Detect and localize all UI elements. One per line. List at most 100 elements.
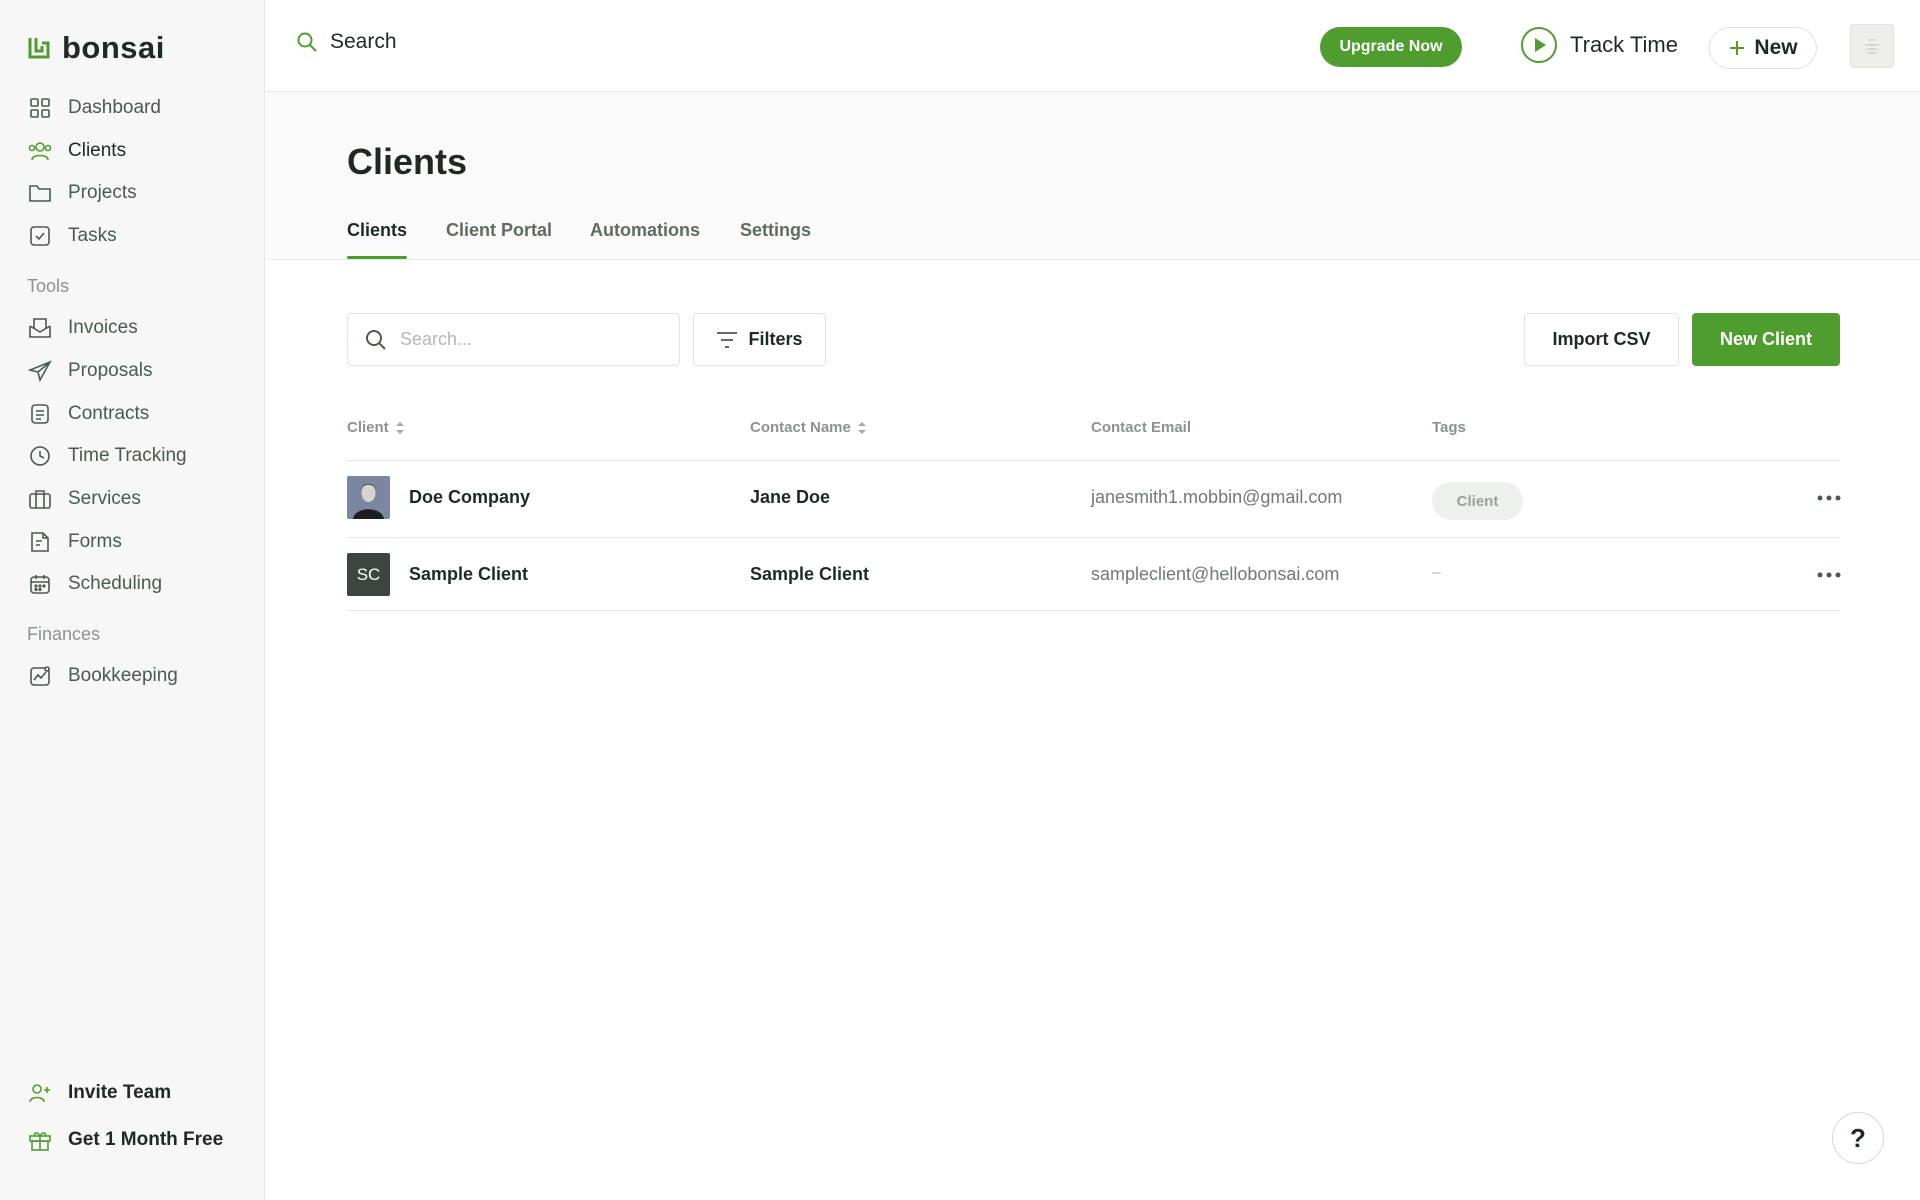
user-avatar[interactable] <box>1850 24 1894 68</box>
sidebar-item-forms[interactable]: Forms <box>26 526 122 558</box>
clock-icon <box>26 442 54 470</box>
grid-icon <box>26 94 54 122</box>
search-icon <box>366 329 386 350</box>
column-header-contact-email: Contact Email <box>1091 419 1191 436</box>
sidebar-item-label: Clients <box>68 140 127 161</box>
sidebar-item-contracts[interactable]: Contracts <box>26 398 149 430</box>
help-button[interactable]: ? <box>1832 1112 1884 1164</box>
play-icon <box>1521 27 1557 63</box>
sidebar-item-tasks[interactable]: Tasks <box>26 220 117 252</box>
row-more-button[interactable] <box>1815 561 1843 589</box>
sidebar-item-label: Time Tracking <box>68 445 187 466</box>
user-plus-icon <box>26 1079 54 1107</box>
sidebar-item-label: Invoices <box>68 317 138 338</box>
sidebar-item-label: Forms <box>68 531 122 552</box>
send-icon <box>26 357 54 385</box>
sort-icon <box>857 421 866 434</box>
checkbox-icon <box>26 222 54 250</box>
row-more-button[interactable] <box>1815 484 1843 512</box>
contact-email: janesmith1.mobbin@gmail.com <box>1091 487 1343 507</box>
brand-name: bonsai <box>62 30 165 65</box>
section-label-finances: Finances <box>27 624 101 644</box>
column-header-label: Contact Name <box>750 419 851 436</box>
client-avatar <box>347 476 390 519</box>
search-icon <box>297 32 317 52</box>
invite-team-label: Invite Team <box>68 1082 172 1103</box>
tab-settings[interactable]: Settings <box>740 220 811 241</box>
global-search[interactable]: Search <box>296 30 397 54</box>
top-bar: Search Upgrade Now Track Time New <box>266 0 1920 92</box>
column-header-client[interactable]: Client <box>347 419 405 436</box>
sidebar-item-time-tracking[interactable]: Time Tracking <box>26 440 187 472</box>
contact-name: Sample Client <box>750 564 870 584</box>
column-header-contact-name[interactable]: Contact Name <box>750 419 867 436</box>
sidebar-item-projects[interactable]: Projects <box>26 177 137 209</box>
sidebar: bonsai Dashboard Clients Projects Tasks … <box>0 0 265 1200</box>
tab-client-portal[interactable]: Client Portal <box>446 220 552 241</box>
client-name[interactable]: Sample Client <box>409 564 528 585</box>
upgrade-now-button[interactable]: Upgrade Now <box>1320 27 1462 67</box>
get-free-month-label: Get 1 Month Free <box>68 1129 224 1150</box>
client-name[interactable]: Doe Company <box>409 487 530 508</box>
sidebar-item-label: Dashboard <box>68 97 161 118</box>
column-header-tags: Tags <box>1432 419 1466 436</box>
contact-name: Jane Doe <box>750 487 831 507</box>
sidebar-item-label: Contracts <box>68 403 150 424</box>
tab-automations[interactable]: Automations <box>590 220 700 241</box>
new-button[interactable]: New <box>1709 27 1817 69</box>
tab-clients[interactable]: Clients <box>347 220 407 241</box>
bonsai-logo[interactable]: bonsai <box>26 30 165 66</box>
import-csv-button[interactable]: Import CSV <box>1524 313 1679 366</box>
track-time-button[interactable]: Track Time <box>1520 26 1678 64</box>
folder-icon <box>26 179 54 207</box>
invite-team-button[interactable]: Invite Team <box>26 1077 171 1109</box>
sidebar-item-invoices[interactable]: Invoices <box>26 312 138 344</box>
invoice-icon <box>26 314 54 342</box>
new-button-label: New <box>1754 36 1798 59</box>
avatar-image-icon <box>1865 39 1879 54</box>
sidebar-item-bookkeeping[interactable]: Bookkeeping <box>26 660 178 692</box>
tag-badge: Client <box>1432 482 1523 520</box>
sidebar-item-label: Projects <box>68 182 137 203</box>
page-title: Clients <box>347 141 468 182</box>
briefcase-icon <box>26 485 54 513</box>
gift-icon <box>26 1126 54 1154</box>
sort-icon <box>395 421 404 434</box>
calendar-icon <box>26 570 54 598</box>
track-time-label: Track Time <box>1570 32 1678 57</box>
sidebar-item-label: Tasks <box>68 225 117 246</box>
sidebar-item-clients[interactable]: Clients <box>26 135 126 167</box>
column-header-label: Client <box>347 419 389 436</box>
active-tab-indicator <box>347 256 407 259</box>
get-free-month-button[interactable]: Get 1 Month Free <box>26 1124 223 1156</box>
column-header-label: Tags <box>1432 419 1466 436</box>
column-header-label: Contact Email <box>1091 419 1192 436</box>
form-icon <box>26 528 54 556</box>
table-divider <box>347 460 1840 461</box>
sidebar-item-proposals[interactable]: Proposals <box>26 355 153 387</box>
client-avatar: SC <box>347 553 390 596</box>
sidebar-item-dashboard[interactable]: Dashboard <box>26 92 161 124</box>
page-header: Clients Clients Client Portal Automation… <box>266 92 1920 260</box>
sidebar-item-label: Bookkeeping <box>68 665 178 686</box>
chart-icon <box>26 662 54 690</box>
sidebar-item-label: Scheduling <box>68 573 163 594</box>
contact-email: sampleclient@hellobonsai.com <box>1091 564 1340 584</box>
more-horizontal-icon <box>1817 572 1841 578</box>
more-horizontal-icon <box>1817 495 1841 501</box>
sidebar-item-scheduling[interactable]: Scheduling <box>26 568 162 600</box>
tag-empty: – <box>1432 564 1441 581</box>
person-photo-icon <box>347 476 390 519</box>
filters-label: Filters <box>748 329 803 349</box>
global-search-label: Search <box>330 30 397 53</box>
document-icon <box>26 400 54 428</box>
client-search-box <box>347 313 680 366</box>
sidebar-item-label: Proposals <box>68 360 153 381</box>
client-search-input[interactable] <box>400 329 660 350</box>
plus-icon <box>1730 41 1745 55</box>
filters-button[interactable]: Filters <box>693 313 826 366</box>
avatar-initials: SC <box>356 564 381 584</box>
new-client-button[interactable]: New Client <box>1692 313 1840 366</box>
table-divider <box>347 537 1840 538</box>
sidebar-item-services[interactable]: Services <box>26 483 141 515</box>
